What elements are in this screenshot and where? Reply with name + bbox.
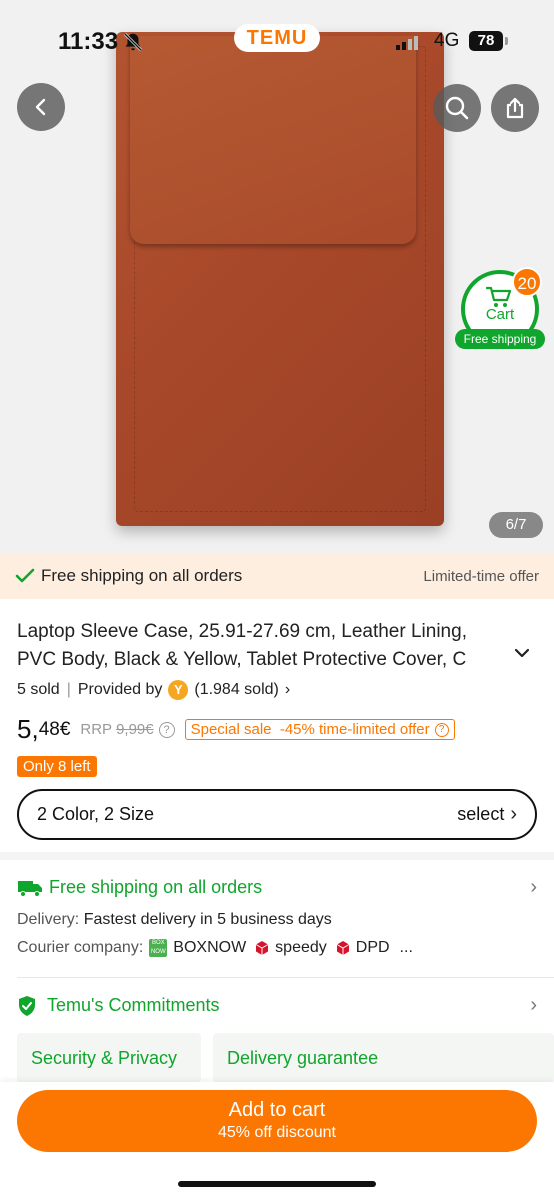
commitments-title: Temu's Commitments [47, 995, 220, 1015]
product-image [116, 32, 444, 526]
cart-count-badge: 20 [512, 267, 542, 297]
boxnow-logo-icon: BOX NOW [149, 939, 168, 957]
cart-free-shipping-label: Free shipping [455, 329, 545, 349]
info-icon[interactable]: ? [158, 721, 175, 738]
share-button[interactable] [491, 84, 539, 132]
status-time: 11:33 [58, 28, 119, 55]
truck-icon [18, 880, 42, 897]
signal-icon [396, 36, 418, 50]
add-to-cart-label: Add to cart [228, 1099, 326, 1121]
variant-selector[interactable]: 2 Color, 2 Size select › [17, 789, 537, 840]
package-icon [336, 941, 350, 955]
share-icon [506, 97, 524, 119]
chevron-right-icon: › [510, 803, 517, 825]
courier-boxnow: BOXNOW [173, 939, 247, 956]
special-sale-badge[interactable]: Special sale -45% time-limited offer ? [184, 719, 455, 740]
image-counter: 6/7 [489, 512, 543, 538]
product-title: Laptop Sleeve Case, 25.91-27.69 cm, Leat… [17, 621, 467, 670]
courier-more: ... [399, 939, 413, 956]
search-button[interactable] [433, 84, 481, 132]
info-icon: ? [434, 722, 449, 737]
product-image-gallery[interactable]: 11:33 TEMU 4G 78 Cart 20 Free shipping 6… [0, 0, 554, 553]
provided-by-label: Provided by [77, 681, 163, 698]
package-icon [255, 941, 269, 955]
courier-info: Courier company: BOX NOW BOXNOW speedy DP… [17, 939, 413, 957]
sleeve-flap [130, 36, 416, 244]
discount-label: 45% off discount [217, 1124, 336, 1141]
seller-sold-count: (1.984 sold) [194, 681, 279, 698]
search-icon [445, 96, 469, 120]
variant-label: 2 Color, 2 Size [37, 804, 155, 824]
courier-speedy: speedy [275, 939, 327, 956]
chevron-right-icon: › [530, 994, 537, 1016]
battery-indicator: 78 [469, 31, 503, 51]
price-main: 5, [17, 714, 39, 744]
delivery-info: Delivery: Fastest delivery in 5 business… [17, 911, 332, 928]
limited-offer-label: Limited-time offer [423, 567, 539, 585]
variant-select-link: select [457, 804, 505, 824]
add-to-cart-button[interactable]: Add to cart 45% off discount [17, 1090, 537, 1152]
temu-logo: TEMU [234, 24, 320, 52]
promo-text: Free shipping on all orders [41, 566, 243, 585]
commitments-row[interactable]: Temu's Commitments › [17, 994, 537, 1017]
network-label: 4G [434, 30, 460, 51]
chevron-right-icon: › [530, 876, 537, 898]
price-cents: 48€ [38, 718, 71, 740]
home-indicator[interactable] [178, 1181, 376, 1187]
courier-dpd: DPD [355, 939, 390, 956]
divider [17, 977, 554, 978]
chevron-down-icon[interactable] [512, 646, 532, 660]
commitment-card-security[interactable]: Security & Privacy [17, 1033, 201, 1083]
chevron-right-icon: › [284, 681, 291, 698]
delivery-value: Fastest delivery in 5 business days [83, 911, 332, 928]
stock-badge: Only 8 left [17, 756, 97, 777]
seller-avatar: Y [168, 680, 189, 700]
back-button[interactable] [17, 83, 65, 131]
sold-count: 5 sold [17, 681, 60, 698]
floating-cart-button[interactable]: Cart 20 Free shipping [455, 266, 545, 356]
check-icon [15, 568, 35, 583]
shipping-title: Free shipping on all orders [49, 877, 263, 897]
rrp-value: 9,99€ [116, 721, 154, 738]
cart-label: Cart [485, 306, 515, 323]
courier-label: Courier company: [17, 939, 144, 956]
free-shipping-banner: Free shipping on all orders Limited-time… [0, 553, 554, 599]
commitment-card-delivery[interactable]: Delivery guarantee [213, 1033, 554, 1083]
bell-muted-icon [123, 32, 143, 52]
back-icon [35, 98, 46, 116]
rrp-label: RRP [80, 721, 113, 738]
price-row: 5, 48€ RRP 9,99€ ? Special sale -45% tim… [17, 714, 455, 745]
shipping-info-row[interactable]: Free shipping on all orders › [17, 876, 537, 899]
section-divider [0, 852, 554, 860]
shield-icon [19, 995, 35, 1016]
cart-icon [485, 286, 512, 307]
sales-seller-row[interactable]: 5 sold | Provided by Y (1.984 sold) › [17, 680, 290, 700]
